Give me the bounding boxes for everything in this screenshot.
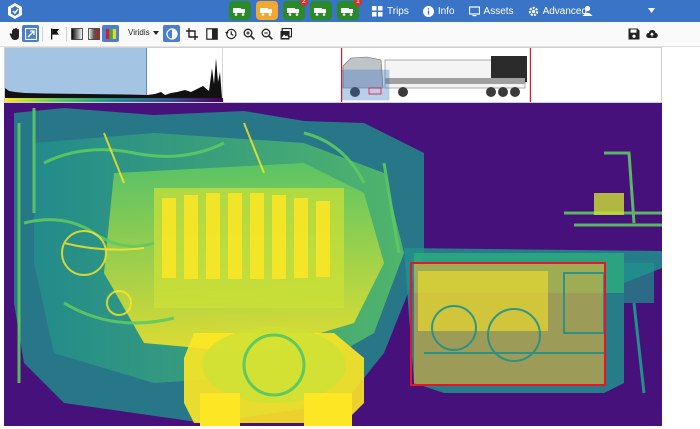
toolbar-divider	[42, 27, 43, 41]
scan-button-2[interactable]	[256, 1, 278, 20]
xray-viewer[interactable]	[4, 103, 662, 426]
cloud-upload-icon	[645, 29, 658, 38]
overview-panel	[4, 47, 662, 103]
nav-assets-label: Assets	[483, 5, 514, 17]
crop-button[interactable]	[183, 25, 200, 42]
scan-button-3[interactable]: 2	[283, 0, 308, 20]
monitor-icon	[468, 5, 480, 16]
zoom-in-button[interactable]	[240, 25, 257, 42]
pan-tool-button[interactable]	[6, 25, 23, 42]
zoom-window-button[interactable]	[22, 25, 39, 42]
invert-button[interactable]	[163, 25, 180, 42]
gradient-button[interactable]	[85, 25, 102, 42]
histogram-curve	[5, 58, 222, 98]
save-icon	[628, 28, 639, 39]
image-icon	[280, 27, 292, 39]
zoom-in-icon	[243, 28, 255, 40]
colormap-select[interactable]: Viridis	[128, 28, 159, 37]
crop-icon	[185, 27, 198, 40]
nav-info-label: Info	[437, 5, 455, 17]
colormap-value: Viridis	[128, 28, 150, 37]
compare-icon	[205, 27, 218, 40]
info-icon	[422, 5, 434, 17]
history-button[interactable]	[222, 25, 239, 42]
history-icon	[224, 28, 237, 39]
gear-icon	[528, 6, 538, 16]
truck-icon	[287, 7, 299, 16]
threat-detection-box[interactable]	[410, 262, 606, 386]
grayscale-icon	[70, 27, 83, 40]
nav-advanced-label: Advanced	[542, 5, 588, 17]
scan-button-5[interactable]: 1	[337, 0, 362, 20]
truck-icon	[233, 7, 245, 16]
colormap-scale-bar	[5, 98, 223, 102]
caret-down-icon[interactable]	[648, 8, 655, 13]
intensity-histogram[interactable]	[5, 48, 223, 102]
scan-button-1[interactable]	[229, 1, 251, 20]
truck-icon	[260, 7, 272, 16]
zoom-window-icon	[24, 27, 37, 40]
grayscale-button[interactable]	[68, 25, 85, 42]
scan-badge: 1	[354, 0, 362, 6]
scan-button-4[interactable]	[310, 1, 332, 20]
toolbar-divider	[66, 27, 67, 41]
vehicle-thumbnail[interactable]	[341, 48, 531, 102]
nav-advanced[interactable]: Advanced	[528, 6, 587, 17]
caret-down-icon	[152, 30, 159, 35]
top-navbar: 2 1 Trips Info Assets Advanced	[0, 0, 700, 22]
image-toolbar: Viridis	[0, 22, 700, 47]
nav-menu: Trips Info Assets Advanced	[372, 0, 601, 22]
pan-icon	[9, 27, 19, 40]
truck-icon	[341, 7, 353, 16]
save-button[interactable]	[625, 25, 642, 42]
nav-info[interactable]: Info	[422, 5, 455, 17]
scan-selector: 2 1	[229, 0, 362, 20]
nav-assets[interactable]: Assets	[468, 5, 514, 17]
flag-icon	[50, 28, 59, 39]
zoom-out-icon	[261, 28, 273, 40]
color-palette-icon	[105, 28, 116, 39]
cloud-upload-button[interactable]	[643, 25, 660, 42]
grid-icon	[372, 5, 383, 16]
compare-button[interactable]	[203, 25, 220, 42]
color-palette-button[interactable]	[102, 25, 119, 42]
nav-trips[interactable]: Trips	[372, 5, 409, 17]
nav-trips-label: Trips	[387, 5, 409, 17]
image-button[interactable]	[277, 25, 294, 42]
gradient-icon	[87, 27, 100, 40]
app-root: 2 1 Trips Info Assets Advanced Viridis	[0, 0, 700, 429]
scan-badge: 2	[300, 0, 308, 6]
zoom-out-button[interactable]	[258, 25, 275, 42]
flag-button[interactable]	[46, 25, 63, 42]
user-icon[interactable]	[582, 5, 593, 16]
app-logo-icon[interactable]	[6, 2, 24, 20]
invert-icon	[165, 27, 178, 40]
truck-icon	[314, 7, 326, 16]
